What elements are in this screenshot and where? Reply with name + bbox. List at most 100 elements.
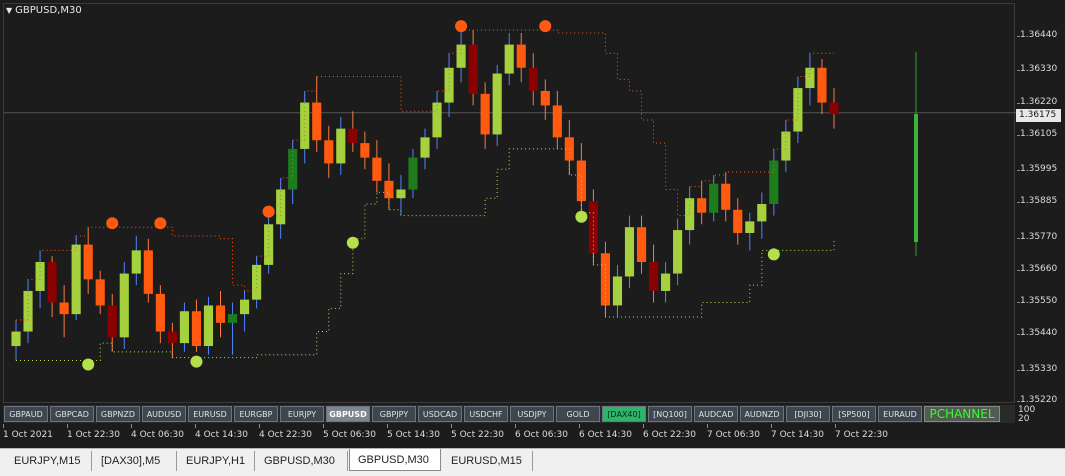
price-tick: 1.35995: [1016, 164, 1058, 174]
pchannel-button[interactable]: PCHANNEL: [924, 406, 1000, 422]
price-tick: 1.36105: [1016, 129, 1058, 139]
candle-body: [360, 143, 370, 158]
time-tick: 1 Oct 2021: [3, 424, 53, 440]
candle-body: [384, 180, 394, 199]
candle-body: [131, 250, 141, 274]
candle-body: [829, 102, 839, 115]
symbol-button-usdjpy[interactable]: USDJPY: [510, 406, 554, 422]
chart-window[interactable]: ▼ GBPUSD,M30 1.36440 1.36330 1.36220 1.36105…: [0, 0, 1065, 448]
symbol-button-gold[interactable]: GOLD: [556, 406, 600, 422]
candle-body: [528, 67, 538, 91]
candle-body: [95, 279, 105, 306]
candle-body: [636, 227, 647, 262]
lower-channel-marker: [575, 210, 588, 223]
time-tick: 5 Oct 14:30: [387, 424, 440, 440]
candle-body: [143, 250, 153, 294]
symbol-button-dji30[interactable]: [DJI30]: [786, 406, 830, 422]
price-tick: 1.35770: [1016, 232, 1058, 242]
time-tick: 6 Oct 14:30: [579, 424, 632, 440]
candle-body: [312, 102, 322, 141]
symbol-button-audnzd[interactable]: AUDNZD: [740, 406, 784, 422]
candle-body: [661, 273, 671, 291]
candle-body: [540, 90, 550, 106]
candle-body: [817, 67, 827, 103]
price-axis[interactable]: 1.36440 1.36330 1.36220 1.36105 1.35995 1.358…: [1016, 3, 1065, 423]
time-axis[interactable]: 1 Oct 2021 1 Oct 22:30 4 Oct 06:30 4 Oct 14…: [3, 424, 1015, 446]
price-tick: 1.35550: [1016, 296, 1058, 306]
chart-tab[interactable]: EURJPY,M15: [6, 451, 92, 471]
price-tick: 1.35220: [1016, 395, 1058, 405]
chart-menu-icon[interactable]: ▼: [6, 6, 12, 15]
candle-body: [227, 314, 238, 323]
symbol-button-gbpnzd[interactable]: GBPNZD: [96, 406, 140, 422]
time-tick: 7 Oct 22:30: [835, 424, 888, 440]
symbol-button-usdchf[interactable]: USDCHF: [464, 406, 508, 422]
upper-channel-line: [16, 29, 834, 321]
candle-body: [456, 44, 466, 68]
upper-channel-marker: [455, 20, 468, 33]
candle-body: [252, 264, 262, 300]
symbol-button-bar: GBPAUD GBPCAD GBPNZD AUDUSD EURUSD EURGBP EURJ…: [3, 405, 1015, 423]
chart-title: ▼ GBPUSD,M30: [6, 5, 82, 16]
symbol-button-audusd[interactable]: AUDUSD: [142, 406, 186, 422]
candle-body: [179, 311, 189, 344]
symbol-button-dax40[interactable]: [DAX40]: [602, 406, 646, 422]
candle-body: [408, 157, 418, 190]
chart-tab[interactable]: EURUSD,M15: [443, 451, 533, 471]
lower-channel-marker: [346, 236, 359, 249]
candle-body: [492, 73, 502, 135]
symbol-button-eurjpy[interactable]: EURJPY: [280, 406, 324, 422]
time-tick: 5 Oct 06:30: [323, 424, 376, 440]
price-tick: 1.35440: [1016, 328, 1058, 338]
price-plot[interactable]: [3, 3, 1016, 404]
symbol-button-nq100[interactable]: [NQ100]: [648, 406, 692, 422]
candle-body: [648, 261, 659, 291]
symbol-button-gbpjpy[interactable]: GBPJPY: [372, 406, 416, 422]
price-tick: 1.35330: [1016, 364, 1058, 374]
lower-channel-marker: [190, 355, 203, 368]
candle-body: [757, 204, 767, 222]
candle-body: [504, 44, 514, 74]
upper-channel-marker: [262, 205, 275, 218]
candle-body: [264, 224, 274, 265]
symbol-button-eurgbp[interactable]: EURGBP: [234, 406, 278, 422]
symbol-button-sp500[interactable]: [SP500]: [832, 406, 876, 422]
candle-body: [709, 183, 719, 213]
time-tick: 5 Oct 22:30: [451, 424, 504, 440]
price-tick: 1.36440: [1016, 30, 1058, 40]
price-tick: 1.35660: [1016, 264, 1058, 274]
symbol-button-eurusd[interactable]: EURUSD: [188, 406, 232, 422]
chart-tab[interactable]: EURJPY,H1: [178, 451, 255, 471]
candlestick-chart[interactable]: [4, 4, 1016, 404]
symbol-button-audcad[interactable]: AUDCAD: [694, 406, 738, 422]
candle-body: [203, 305, 214, 347]
symbol-button-gbpusd[interactable]: GBPUSD: [326, 406, 370, 422]
symbol-button-gbpaud[interactable]: GBPAUD: [4, 406, 48, 422]
candle-body: [745, 221, 755, 233]
candle-body: [480, 93, 490, 135]
candle-body: [805, 67, 815, 89]
candle-body: [348, 128, 358, 144]
current-price-label: 1.36175: [1016, 109, 1061, 122]
symbol-button-usdcad[interactable]: USDCAD: [418, 406, 462, 422]
candle-body: [300, 102, 310, 149]
time-tick: 4 Oct 22:30: [259, 424, 312, 440]
chart-tab[interactable]: GBPUSD,M30: [256, 451, 348, 471]
candle-body: [769, 160, 779, 204]
candle-body: [697, 198, 707, 213]
time-tick: 4 Oct 06:30: [131, 424, 184, 440]
candle-body: [781, 131, 791, 161]
indicator-level-bottom: 20: [1018, 414, 1030, 424]
candle-body: [432, 102, 442, 138]
chart-tab-bar: EURJPY,M15 [DAX30],M5 EURJPY,H1 GBPUSD,M30 G…: [0, 448, 1065, 476]
candle-body: [336, 128, 346, 164]
chart-tab[interactable]: [DAX30],M5: [93, 451, 177, 471]
candle-body: [552, 105, 562, 138]
candle-body: [239, 299, 250, 315]
chart-tab[interactable]: GBPUSD,M30: [349, 449, 441, 471]
symbol-button-euraud[interactable]: EURAUD: [878, 406, 922, 422]
upper-channel-marker: [154, 217, 167, 230]
lower-channel-marker: [82, 358, 95, 371]
symbol-button-gbpcad[interactable]: GBPCAD: [50, 406, 94, 422]
candle-body: [71, 244, 81, 315]
